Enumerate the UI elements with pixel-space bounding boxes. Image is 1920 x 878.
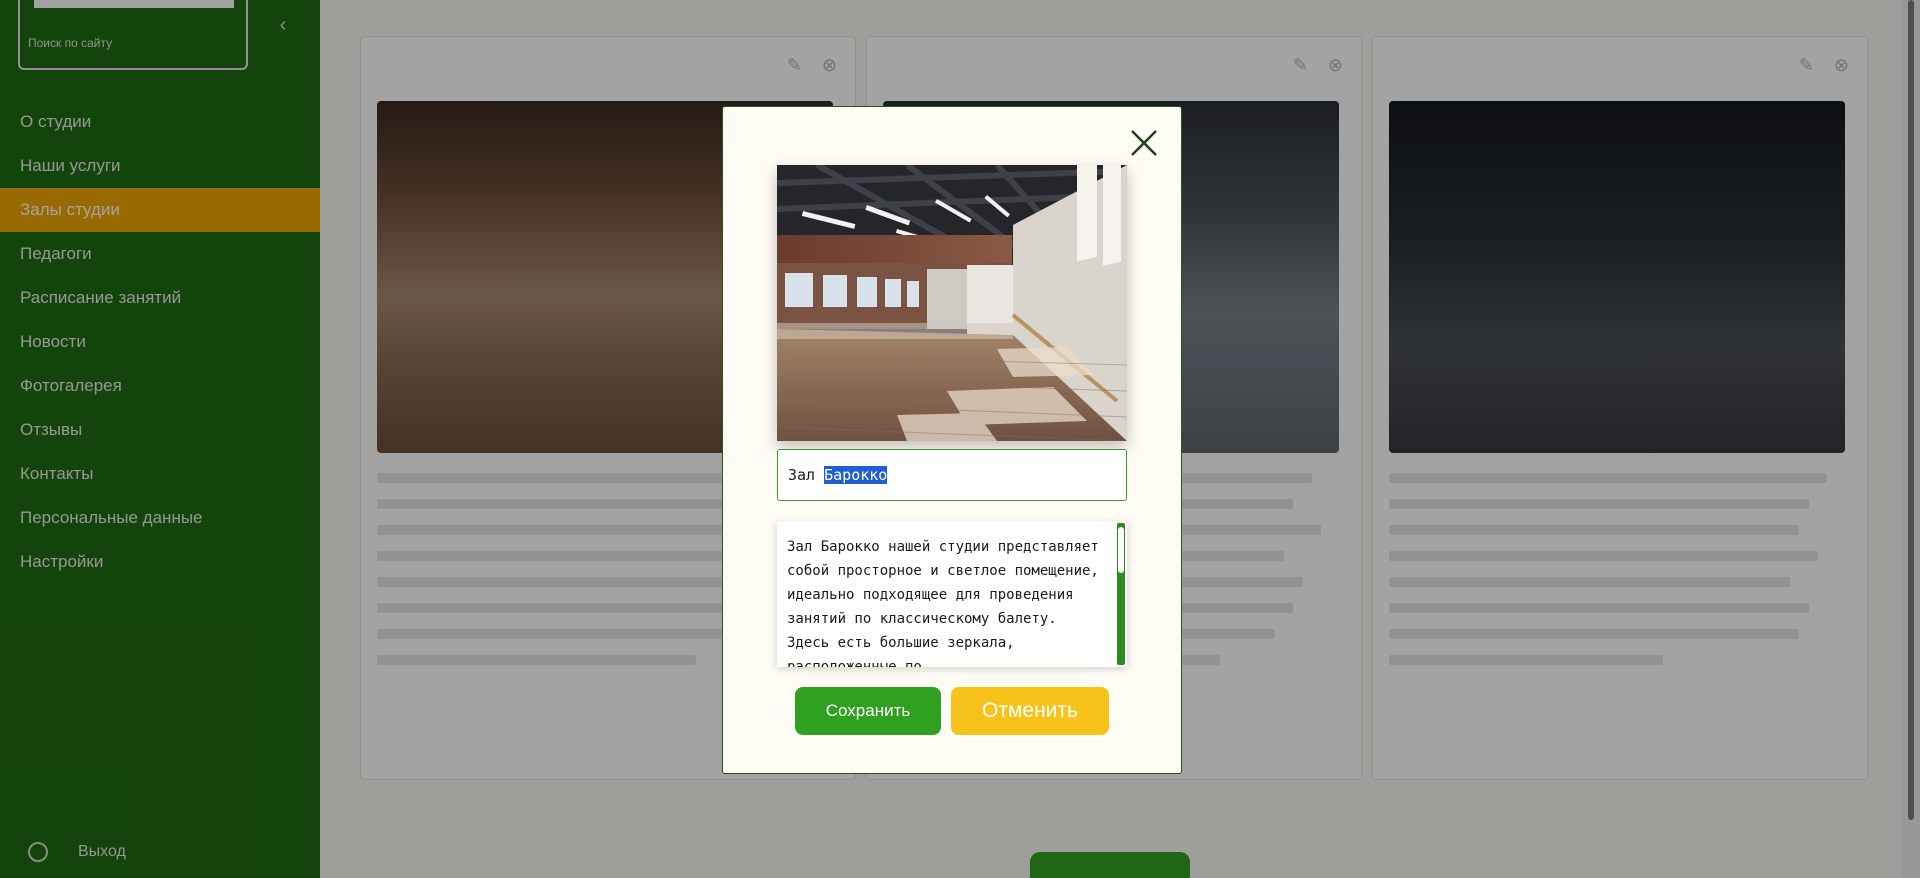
description-scrollbar-thumb[interactable] xyxy=(1118,527,1124,573)
hall-title-input[interactable]: Зал Барокко xyxy=(777,449,1127,501)
title-selected-text: Барокко xyxy=(824,466,888,484)
description-text: Зал Барокко нашей студии представляет со… xyxy=(787,539,1099,667)
hall-photo-image xyxy=(777,165,1127,441)
edit-hall-modal: Зал Барокко Зал Барокко нашей студии пре… xyxy=(722,106,1182,774)
hall-description-textarea[interactable]: Зал Барокко нашей студии представляет со… xyxy=(777,521,1127,667)
close-button[interactable] xyxy=(1128,127,1160,159)
cancel-button[interactable]: Отменить xyxy=(951,687,1109,735)
title-text: Зал xyxy=(788,466,825,484)
close-icon xyxy=(1131,130,1157,156)
description-scrollbar[interactable] xyxy=(1117,523,1125,665)
app-root: Поиск по сайту ‹ О студии Наши услуги За… xyxy=(0,0,1920,878)
save-button[interactable]: Сохранить xyxy=(795,687,941,735)
hall-photo-preview[interactable] xyxy=(777,165,1127,441)
